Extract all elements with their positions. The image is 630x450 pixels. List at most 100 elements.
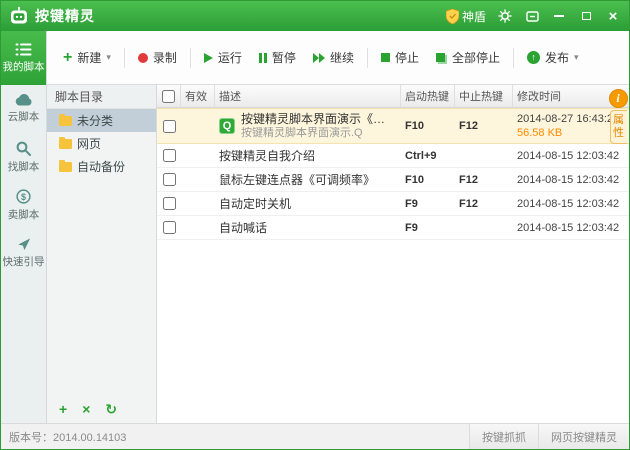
tree-item-label: 未分类 bbox=[77, 114, 114, 128]
plus-icon: + bbox=[63, 48, 73, 66]
properties-tab[interactable]: i 属性 bbox=[607, 89, 629, 144]
modified-time: 2014-08-15 12:03:42 bbox=[517, 197, 620, 210]
stop-label: 停止 bbox=[394, 51, 419, 65]
sidebar-item-label: 卖脚本 bbox=[7, 208, 40, 221]
tree-item-uncategorized[interactable]: 未分类 bbox=[47, 109, 156, 132]
resume-label: 继续 bbox=[329, 51, 354, 65]
stop-all-label: 全部停止 bbox=[451, 51, 500, 65]
mini-mode-icon[interactable] bbox=[524, 8, 540, 24]
pause-button[interactable]: 暂停 bbox=[251, 43, 304, 72]
add-folder-button[interactable]: + bbox=[59, 402, 67, 416]
stop-hotkey: F12 bbox=[459, 197, 478, 210]
stop-all-icon bbox=[435, 53, 445, 62]
stop-hotkey bbox=[455, 216, 513, 239]
key-capture-button[interactable]: 按键抓抓 bbox=[469, 424, 538, 449]
maximize-icon bbox=[581, 12, 591, 20]
my-scripts-list-icon bbox=[15, 43, 32, 56]
script-tree-header: 脚本目录 bbox=[47, 85, 156, 109]
table-row[interactable]: 鼠标左键连点器《可调频率》 F10 F12 2014-08-15 12:03:4… bbox=[157, 168, 629, 192]
tree-item-label: 网页 bbox=[77, 137, 102, 151]
folder-icon bbox=[59, 159, 72, 172]
row-checkbox[interactable] bbox=[162, 197, 176, 210]
column-start-hotkey[interactable]: 启动热键 bbox=[401, 85, 455, 107]
delete-folder-button[interactable]: × bbox=[82, 402, 90, 416]
resume-button[interactable]: 继续 bbox=[305, 43, 362, 72]
new-button[interactable]: + 新建 ▾ bbox=[55, 43, 119, 72]
select-all-checkbox[interactable] bbox=[162, 89, 175, 103]
table-row[interactable]: 按键精灵自我介绍 Ctrl+9 2014-08-15 12:03:42 bbox=[157, 144, 629, 168]
file-size: 56.58 KB bbox=[517, 127, 563, 139]
publish-button[interactable]: ↑ 发布 ▾ bbox=[519, 43, 587, 72]
guide-icon bbox=[17, 237, 31, 251]
modified-time: 2014-08-15 12:03:42 bbox=[517, 221, 620, 234]
column-description[interactable]: 描述 bbox=[215, 85, 401, 107]
maximize-button[interactable] bbox=[578, 8, 594, 24]
table-row[interactable]: 自动喊话 F9 2014-08-15 12:03:42 bbox=[157, 216, 629, 240]
row-checkbox[interactable] bbox=[162, 149, 176, 162]
start-hotkey: F9 bbox=[405, 221, 418, 234]
toolbar: + 新建 ▾ 录制 运行 暂停 继续 停止 全部停止 ↑ 发布 ▾ bbox=[47, 31, 629, 85]
start-hotkey: F10 bbox=[405, 173, 424, 186]
valid-cell bbox=[181, 109, 215, 143]
minimize-button[interactable] bbox=[551, 8, 567, 24]
stop-hotkey: F12 bbox=[459, 173, 478, 186]
stop-all-button[interactable]: 全部停止 bbox=[428, 43, 508, 72]
titlebar: 按键精灵 神盾 × bbox=[1, 1, 629, 31]
description-cell: Q 按键精灵脚本界面演示《一键启动》 按键精灵脚本界面演示.Q bbox=[215, 109, 401, 143]
refresh-button[interactable]: ↻ bbox=[105, 402, 117, 416]
table-row[interactable]: 自动定时关机 F9 F12 2014-08-15 12:03:42 bbox=[157, 192, 629, 216]
run-label: 运行 bbox=[217, 51, 242, 65]
row-checkbox[interactable] bbox=[162, 119, 176, 133]
web-macro-button[interactable]: 网页按键精灵 bbox=[538, 424, 629, 449]
sidebar-item-label: 快速引导 bbox=[2, 256, 45, 268]
sidebar-item-label: 云脚本 bbox=[7, 111, 40, 123]
shield-icon bbox=[445, 8, 459, 24]
close-button[interactable]: × bbox=[605, 8, 621, 24]
tree-actions: + × ↻ bbox=[47, 402, 156, 416]
sidebar-item-label: 找脚本 bbox=[7, 160, 40, 173]
toolbar-separator bbox=[512, 47, 514, 68]
sidebar-item-my-scripts[interactable]: 我的脚本 bbox=[1, 31, 46, 85]
script-title: 鼠标左键连点器《可调频率》 bbox=[219, 173, 376, 187]
column-stop-hotkey[interactable]: 中止热键 bbox=[455, 85, 513, 107]
shield-badge[interactable]: 神盾 bbox=[445, 8, 486, 25]
record-button[interactable]: 录制 bbox=[130, 43, 185, 72]
sidebar-item-cloud-scripts[interactable]: 云脚本 bbox=[1, 85, 46, 133]
toolbar-separator bbox=[366, 47, 368, 68]
table-row[interactable]: Q 按键精灵脚本界面演示《一键启动》 按键精灵脚本界面演示.Q F10 F12 … bbox=[157, 108, 629, 144]
stop-button[interactable]: 停止 bbox=[373, 43, 427, 72]
valid-cell bbox=[181, 144, 215, 167]
run-button[interactable]: 运行 bbox=[196, 43, 250, 72]
tree-item-web[interactable]: 网页 bbox=[47, 132, 156, 155]
script-table: 有效 描述 启动热键 中止热键 修改时间 Q 按键精灵脚本界面演示《一键启动》 bbox=[157, 85, 629, 423]
fast-forward-icon bbox=[312, 52, 325, 63]
row-checkbox[interactable] bbox=[162, 173, 176, 186]
sidebar-item-sell-scripts[interactable]: $ 卖脚本 bbox=[1, 181, 46, 229]
script-file-icon: Q bbox=[219, 118, 235, 134]
pause-label: 暂停 bbox=[271, 51, 296, 65]
folder-icon bbox=[59, 136, 72, 149]
script-subtitle: 按键精灵脚本界面演示.Q bbox=[241, 126, 363, 139]
row-checkbox[interactable] bbox=[162, 221, 176, 234]
chevron-down-icon: ▾ bbox=[106, 52, 111, 62]
chevron-down-icon: ▾ bbox=[574, 52, 579, 62]
column-valid[interactable]: 有效 bbox=[181, 85, 215, 107]
statusbar: 版本号：2014.00.14103 按键抓抓 网页按键精灵 bbox=[1, 423, 629, 449]
toolbar-separator bbox=[123, 47, 125, 68]
script-tree-panel: 脚本目录 未分类 网页 自动备份 + × ↻ bbox=[47, 85, 157, 423]
valid-cell bbox=[181, 216, 215, 239]
app-title: 按键精灵 bbox=[35, 8, 95, 24]
sidebar-item-quick-guide[interactable]: 快速引导 bbox=[1, 229, 46, 277]
search-icon bbox=[16, 141, 31, 156]
dollar-icon: $ bbox=[16, 188, 31, 204]
toolbar-separator bbox=[189, 47, 191, 68]
titlebar-controls: 神盾 × bbox=[445, 8, 621, 25]
info-icon: i bbox=[608, 89, 628, 108]
publish-label: 发布 bbox=[544, 51, 569, 65]
tree-item-auto-backup[interactable]: 自动备份 bbox=[47, 155, 156, 178]
record-icon bbox=[137, 52, 148, 63]
valid-cell bbox=[181, 168, 215, 191]
sidebar-item-find-scripts[interactable]: 找脚本 bbox=[1, 133, 46, 181]
settings-gear-icon[interactable] bbox=[497, 8, 513, 24]
folder-icon bbox=[59, 113, 72, 126]
